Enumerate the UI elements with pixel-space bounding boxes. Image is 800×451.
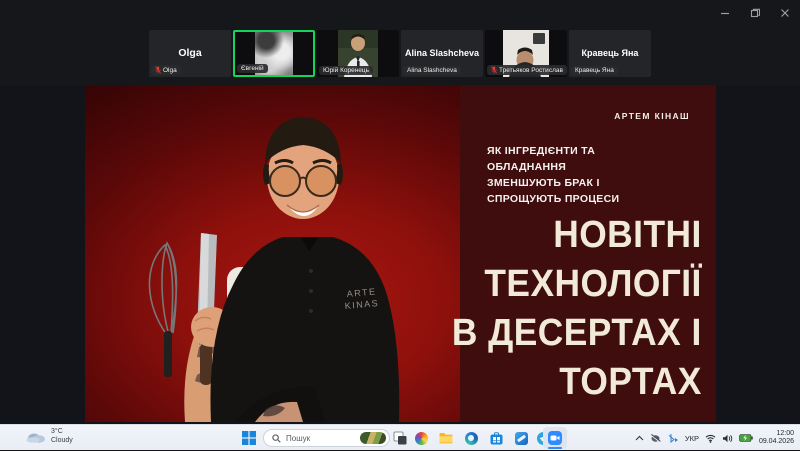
weather-condition: Cloudy: [51, 436, 73, 445]
edge-icon: [465, 432, 478, 445]
participant-filmstrip: Olga Olga Євгеній: [0, 26, 800, 85]
slide-author: АРТЕМ КІНАШ: [614, 111, 690, 121]
language-indicator[interactable]: УКР: [685, 434, 699, 443]
task-view-icon: [393, 431, 407, 445]
zoom-app-icon: [548, 431, 562, 445]
participant-tile-yurii[interactable]: Юрій Коренець: [317, 30, 399, 77]
taskbar-search[interactable]: Пошук: [263, 429, 390, 447]
clock-date: 09.04.2026: [759, 438, 794, 447]
volume-icon[interactable]: [722, 434, 733, 443]
participant-label-text: Юрій Коренець: [323, 67, 369, 74]
subtitle-line: ЯК ІНГРЕДІЄНТИ ТА: [487, 143, 619, 159]
search-placeholder: Пошук: [286, 434, 355, 443]
active-app-indicator: [548, 447, 562, 449]
subtitle-line: ЗМЕНШУЮТЬ БРАК І: [487, 175, 619, 191]
photos-app-button[interactable]: [412, 429, 430, 447]
restore-button[interactable]: [740, 0, 770, 26]
file-explorer-button[interactable]: [437, 429, 455, 447]
weather-widget[interactable]: 3°C Cloudy: [26, 427, 73, 445]
search-icon: [272, 434, 281, 443]
slide-title: НОВІТНІ ТЕХНОЛОГІЇ В ДЕСЕРТАХ І ТОРТАХ: [452, 211, 702, 407]
muted-mic-icon: [491, 66, 497, 74]
bing-daily-image-thumbnail[interactable]: [360, 432, 386, 444]
participant-name: Olga: [149, 47, 231, 59]
microsoft-store-button[interactable]: [487, 429, 505, 447]
participant-label: Alina Slashcheva: [403, 66, 461, 75]
presentation-slide: ARTE KINAS АРТЕМ КІНАШ ЯК ІНГРЕДІЄНТИ ТА…: [85, 85, 716, 422]
participant-label: Кравець Яна: [571, 66, 618, 75]
microsoft-store-icon: [490, 432, 503, 445]
subtitle-line: ОБЛАДНАННЯ: [487, 159, 619, 175]
participant-label: Третьяков Ростислав: [487, 65, 567, 75]
participant-label: Olga: [151, 65, 181, 75]
hidden-icons-chevron[interactable]: [635, 435, 644, 442]
chef-photo: ARTE KINAS: [115, 85, 495, 422]
mail-app-icon: [515, 432, 528, 445]
screen-share-stage: ARTE KINAS АРТЕМ КІНАШ ЯК ІНГРЕДІЄНТИ ТА…: [0, 85, 800, 424]
title-line: ТЕХНОЛОГІЇ: [452, 260, 702, 309]
participant-name: Alina Slashcheva: [401, 48, 483, 58]
window-controls: [710, 0, 800, 26]
title-line: В ДЕСЕРТАХ І: [452, 309, 702, 358]
taskbar-clock[interactable]: 12:00 09.04.2026: [759, 430, 794, 447]
battery-charging-icon[interactable]: [739, 434, 753, 442]
title-line: ТОРТАХ: [452, 358, 702, 407]
participant-label: Євгеній: [237, 64, 268, 73]
participant-label-text: Третьяков Ростислав: [499, 67, 563, 74]
weather-temperature: 3°C: [51, 427, 73, 436]
file-explorer-icon: [439, 432, 453, 444]
zoom-app-button-active[interactable]: [543, 427, 567, 449]
subtitle-line: СПРОЩУЮТЬ ПРОЦЕСИ: [487, 191, 619, 207]
meeting-app-window: Olga Olga Євгеній: [0, 0, 800, 424]
participant-tile-alina[interactable]: Alina Slashcheva Alina Slashcheva: [401, 30, 483, 77]
clock-time: 12:00: [759, 430, 794, 439]
participant-label-text: Кравець Яна: [575, 67, 614, 74]
windows-logo-icon: [242, 431, 256, 445]
minimize-button[interactable]: [710, 0, 740, 26]
participant-tile-tretiakov[interactable]: Третьяков Ростислав: [485, 30, 567, 77]
windows-taskbar: 3°C Cloudy Пошук: [0, 424, 800, 450]
muted-mic-icon: [155, 66, 161, 74]
participant-label-text: Olga: [163, 67, 177, 74]
title-line: НОВІТНІ: [452, 211, 702, 260]
participant-tile-kravets[interactable]: Кравець Яна Кравець Яна: [569, 30, 651, 77]
wifi-icon[interactable]: [705, 434, 716, 443]
window-titlebar: [0, 0, 800, 26]
mail-app-button[interactable]: [512, 429, 530, 447]
participant-label: Юрій Коренець: [319, 66, 373, 75]
close-button[interactable]: [770, 0, 800, 26]
participant-tile-yevhenii[interactable]: Євгеній: [233, 30, 315, 77]
mic-muted-tray-icon[interactable]: [650, 434, 661, 443]
participant-label-text: Alina Slashcheva: [407, 67, 457, 74]
system-tray: УКР 12:00 09.04.2026: [635, 425, 794, 451]
edge-browser-button[interactable]: [462, 429, 480, 447]
photos-app-icon: [415, 432, 428, 445]
participant-label-text: Євгеній: [241, 65, 264, 72]
participant-tile-olga[interactable]: Olga Olga: [149, 30, 231, 77]
bluetooth-tray-icon[interactable]: [667, 433, 679, 443]
participant-name: Кравець Яна: [569, 48, 651, 58]
start-button[interactable]: [240, 429, 258, 447]
task-view-button[interactable]: [391, 429, 409, 447]
slide-subtitle: ЯК ІНГРЕДІЄНТИ ТА ОБЛАДНАННЯ ЗМЕНШУЮТЬ Б…: [487, 143, 619, 207]
cloud-icon: [26, 430, 46, 443]
